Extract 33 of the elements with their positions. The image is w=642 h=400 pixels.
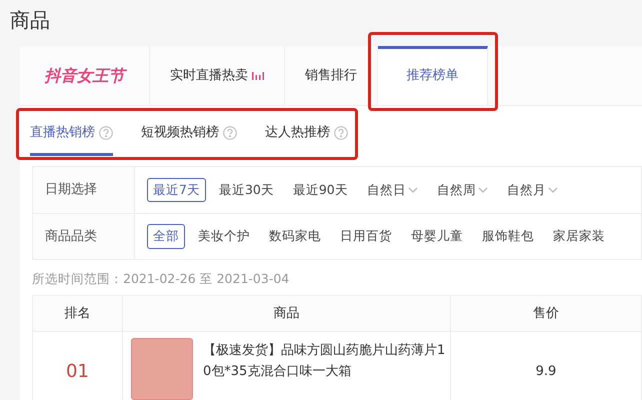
filter-option[interactable]: 美妆个护 (192, 224, 256, 249)
filter-option[interactable]: 服饰鞋包 (476, 224, 540, 249)
photo-placeholder (131, 338, 193, 400)
filter-option[interactable]: 自然日 (360, 178, 424, 202)
product-name[interactable]: 【极速发货】品味方圆山药脆片山药薄片10包*35克混合口味一大箱 (203, 332, 450, 382)
price-cell-text: 9.9 (534, 363, 558, 381)
help-icon (223, 126, 237, 140)
sub-tab[interactable]: 直播热销榜 (30, 106, 113, 156)
help-icon (334, 126, 348, 140)
filter-option[interactable]: 日用百货 (334, 224, 398, 249)
main-tab[interactable]: 推荐榜单 (378, 46, 488, 105)
festival-logo: 抖音女王节 (20, 46, 150, 105)
column-header: 售价 (532, 304, 560, 322)
date-range-text: 所选时间范围：2021-02-26 至 2021-03-04 (31, 270, 290, 288)
page-title: 商品 (9, 7, 51, 34)
main-tab[interactable]: 实时直播热卖 (150, 46, 285, 105)
rank-cell: 01 (33, 332, 123, 400)
filter-option[interactable]: 家居家装 (547, 224, 611, 249)
sub-tab[interactable]: 短视频热销榜 (141, 106, 237, 156)
filter-option[interactable]: 母婴儿童 (405, 224, 469, 249)
filter-label: 日期选择 (33, 167, 135, 213)
sub-tab[interactable]: 达人热推榜 (265, 106, 348, 156)
filter-option[interactable]: 全部 (147, 224, 185, 249)
filter-option[interactable]: 最近30天 (212, 178, 280, 202)
filter-option[interactable]: 数码家电 (263, 224, 327, 249)
filter-option[interactable]: 最近7天 (147, 178, 206, 202)
column-header: 商品 (123, 296, 451, 331)
column-header: 排名 (33, 296, 123, 331)
filter-option[interactable]: 自然周 (430, 178, 494, 202)
filter-label: 商品品类 (33, 214, 135, 259)
help-icon (99, 126, 113, 140)
filter-option[interactable]: 最近90天 (286, 178, 354, 202)
filter-option[interactable]: 自然月 (500, 178, 564, 202)
